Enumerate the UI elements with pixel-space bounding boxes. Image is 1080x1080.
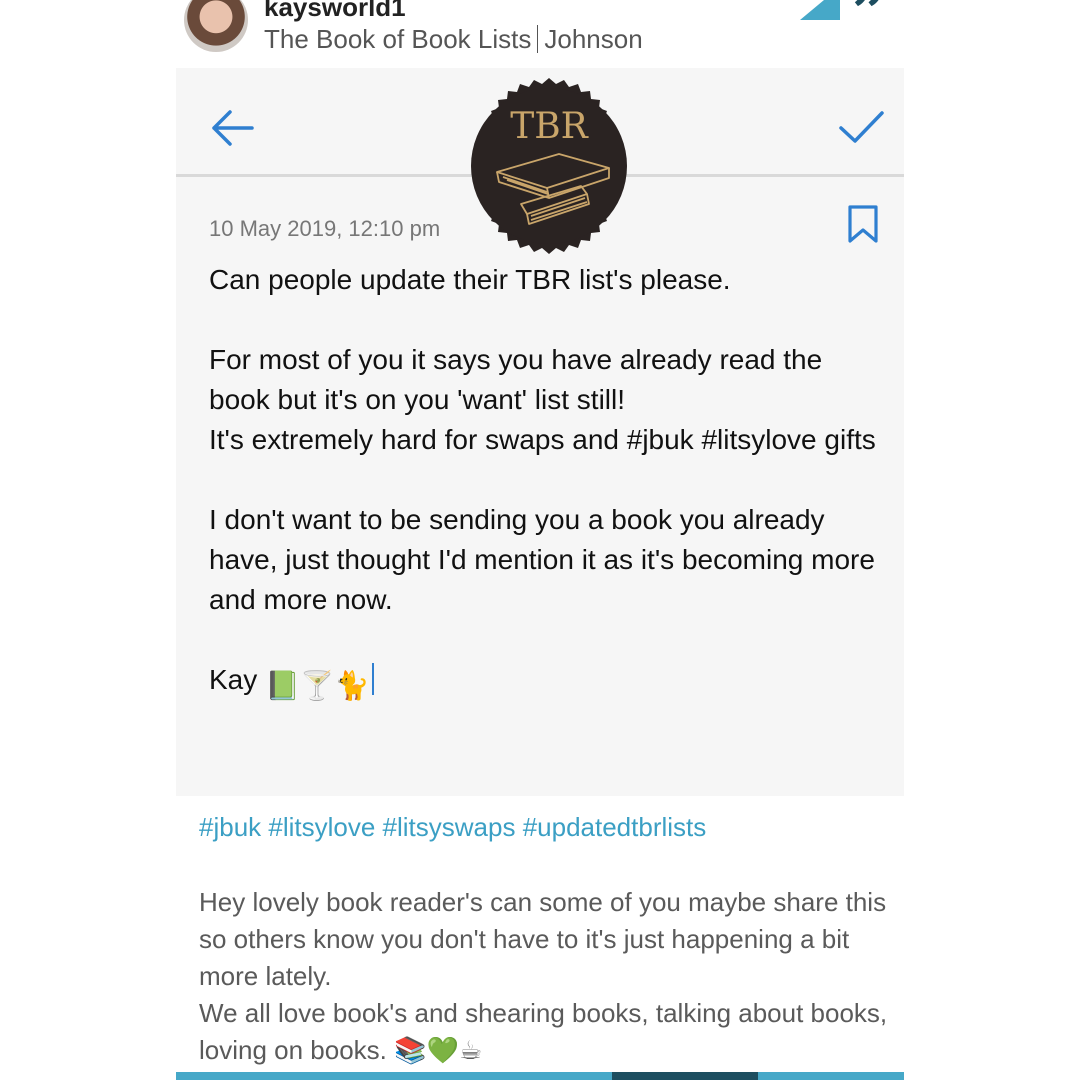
- tbr-badge-logo: TBR: [471, 78, 627, 254]
- post-timestamp: 10 May 2019, 12:10 pm: [209, 216, 441, 241]
- post-header: kaysworld1 The Book of Book Lists Johnson…: [176, 0, 904, 69]
- signature-emojis: 📗🍸🐈: [265, 670, 370, 701]
- composer-screenshot: TBR 10 May 2019, 12:10 pm Can people upd…: [176, 68, 904, 796]
- bottom-accent-segment: [612, 1072, 758, 1080]
- avatar[interactable]: [184, 0, 248, 52]
- caption-line: We all love book's and shearing books, t…: [199, 998, 888, 1065]
- divider: [537, 25, 539, 53]
- text-line: For most of you it says you have already…: [209, 344, 823, 415]
- bottom-accent-bar: [176, 1072, 904, 1080]
- book-reference[interactable]: The Book of Book Lists Johnson: [264, 24, 643, 55]
- text-line: I don't want to be sending you a book yo…: [209, 504, 875, 615]
- back-arrow-icon[interactable]: [210, 108, 254, 148]
- checkmark-icon[interactable]: [838, 108, 884, 148]
- book-title: The Book of Book Lists: [264, 24, 532, 54]
- text-line: Can people update their TBR list's pleas…: [209, 264, 731, 295]
- hashtag-links[interactable]: #jbuk #litsylove #litsyswaps #updatedtbr…: [199, 812, 706, 843]
- quote-icon[interactable]: ”: [852, 0, 886, 48]
- caption-line: Hey lovely book reader's can some of you…: [199, 887, 887, 991]
- text-caret: [371, 663, 374, 695]
- bookmark-icon[interactable]: [846, 204, 880, 244]
- book-author: Johnson: [544, 24, 643, 54]
- badge-text: TBR: [510, 106, 588, 147]
- text-line: It's extremely hard for swaps and #jbuk …: [209, 424, 876, 455]
- post-caption: Hey lovely book reader's can some of you…: [199, 884, 889, 1069]
- composer-text-area[interactable]: Can people update their TBR list's pleas…: [209, 260, 889, 706]
- username[interactable]: kaysworld1: [264, 0, 406, 23]
- signature: Kay: [209, 664, 258, 695]
- signature-line: Kay 📗🍸🐈: [209, 660, 889, 706]
- header-decoration: [800, 0, 840, 20]
